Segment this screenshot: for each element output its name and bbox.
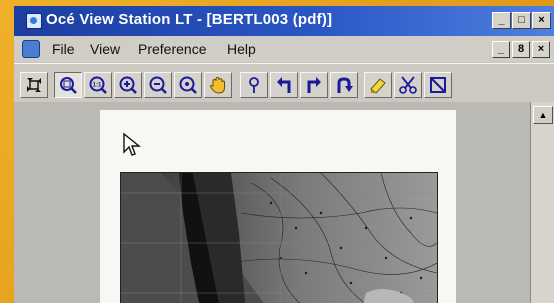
toolbar: 1:1	[14, 63, 554, 103]
zoom-11-label: 1:1	[93, 83, 102, 89]
close-button[interactable]: ×	[532, 12, 551, 29]
highlight-icon[interactable]	[364, 72, 392, 98]
rotate-right-icon[interactable]	[300, 72, 328, 98]
zoom-in-icon[interactable]	[114, 72, 142, 98]
app-icon[interactable]	[26, 13, 42, 29]
doc-close-button[interactable]: ×	[532, 41, 550, 58]
zoom-out-icon[interactable]	[144, 72, 172, 98]
doc-minimize-button[interactable]: _	[492, 41, 510, 58]
title-bar[interactable]: Océ View Station LT - [BERTL003 (pdf)] _…	[14, 6, 554, 36]
minimize-button[interactable]: _	[492, 12, 511, 29]
zoom-area-icon[interactable]	[174, 72, 202, 98]
map-image	[120, 172, 438, 303]
select-region-icon[interactable]	[424, 72, 452, 98]
menu-help[interactable]: Help	[227, 41, 256, 57]
scissors-icon[interactable]	[394, 72, 422, 98]
scroll-up-arrow-icon[interactable]: ▲	[533, 106, 553, 124]
document-icon[interactable]	[22, 40, 40, 58]
window-title: Océ View Station LT - [BERTL003 (pdf)]	[46, 11, 333, 28]
menu-preference[interactable]: Preference	[138, 41, 206, 57]
fit-icon[interactable]	[20, 72, 48, 98]
document-page[interactable]	[100, 110, 456, 303]
mouse-cursor-icon	[123, 132, 141, 156]
rotate-180-icon[interactable]	[330, 72, 358, 98]
app-window: Océ View Station LT - [BERTL003 (pdf)] _…	[14, 6, 554, 303]
pan-hand-icon[interactable]	[204, 72, 232, 98]
menu-view[interactable]: View	[90, 41, 120, 57]
menu-file[interactable]: File	[52, 41, 75, 57]
doc-restore-button[interactable]: 8	[512, 41, 530, 58]
menu-bar: File View Preference Help _ 8 ×	[14, 36, 554, 62]
document-viewer[interactable]	[14, 102, 530, 303]
pin-icon[interactable]	[240, 72, 268, 98]
zoom-window-icon[interactable]	[54, 72, 82, 98]
maximize-button[interactable]: □	[512, 12, 531, 29]
rotate-left-icon[interactable]	[270, 72, 298, 98]
zoom-11-icon[interactable]: 1:1	[84, 72, 112, 98]
vertical-scrollbar[interactable]: ▲	[530, 102, 554, 303]
